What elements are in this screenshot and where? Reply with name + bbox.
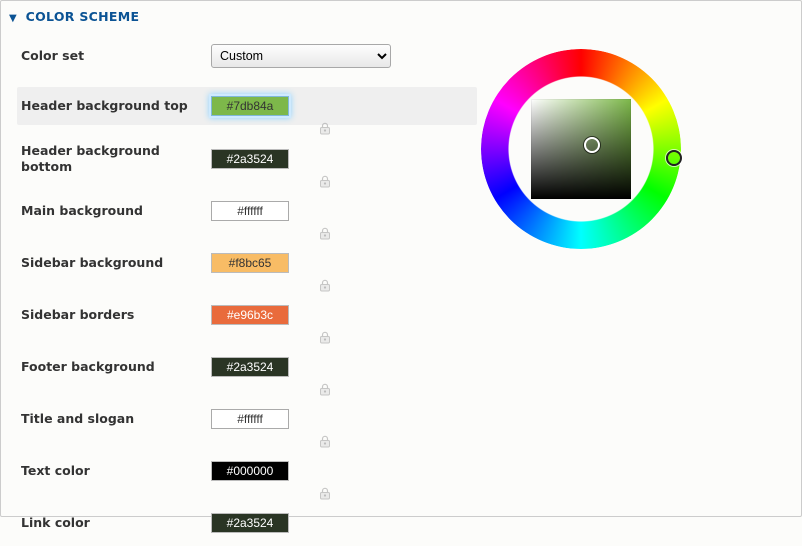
color-row-main-bg[interactable]: Main background xyxy=(17,192,477,230)
color-swatch-input[interactable] xyxy=(211,357,289,377)
panel-body: Color set Custom Header background top He… xyxy=(1,31,801,546)
color-set-row: Color set Custom xyxy=(17,39,477,87)
color-swatch-input[interactable] xyxy=(211,409,289,429)
color-row-link-color[interactable]: Link color xyxy=(17,504,477,542)
lock-row xyxy=(17,178,477,192)
lock-row xyxy=(17,125,477,139)
hue-ring-handle[interactable] xyxy=(666,150,682,166)
color-swatch-input[interactable] xyxy=(211,513,289,533)
color-picker[interactable] xyxy=(481,49,681,249)
lock-icon[interactable] xyxy=(319,227,331,240)
color-swatch-input[interactable] xyxy=(211,305,289,325)
color-scheme-panel: { "header": { "title": "COLOR SCHEME" },… xyxy=(0,0,802,517)
lock-row xyxy=(17,282,477,296)
color-row-label: Link color xyxy=(17,515,211,531)
color-set-select[interactable]: Custom xyxy=(211,44,391,68)
color-row-label: Sidebar borders xyxy=(17,307,211,323)
color-row-footer-bg[interactable]: Footer background xyxy=(17,348,477,386)
collapse-link[interactable]: ▼ COLOR SCHEME xyxy=(9,9,139,24)
color-row-label: Footer background xyxy=(17,359,211,375)
lock-row xyxy=(17,334,477,348)
sv-handle[interactable] xyxy=(584,137,600,153)
lock-icon[interactable] xyxy=(319,487,331,500)
color-swatch-input[interactable] xyxy=(211,96,289,116)
lock-row xyxy=(17,438,477,452)
lock-icon[interactable] xyxy=(319,331,331,344)
color-row-label: Header background bottom xyxy=(17,143,211,174)
section-title: COLOR SCHEME xyxy=(26,9,140,24)
lock-icon[interactable] xyxy=(319,122,331,135)
color-row-text-color[interactable]: Text color xyxy=(17,452,477,490)
triangle-down-icon: ▼ xyxy=(9,13,17,24)
lock-icon[interactable] xyxy=(319,435,331,448)
color-swatch-input[interactable] xyxy=(211,149,289,169)
color-swatch-input[interactable] xyxy=(211,201,289,221)
color-row-header-bg-top[interactable]: Header background top xyxy=(17,87,477,125)
lock-icon[interactable] xyxy=(319,279,331,292)
color-row-label: Header background top xyxy=(17,98,211,114)
section-header[interactable]: ▼ COLOR SCHEME xyxy=(1,1,801,31)
color-row-label: Text color xyxy=(17,463,211,479)
color-row-header-bg-bottom[interactable]: Header background bottom xyxy=(17,139,477,178)
lock-row xyxy=(17,490,477,504)
color-row-title-slogan[interactable]: Title and slogan xyxy=(17,400,477,438)
color-swatch-input[interactable] xyxy=(211,253,289,273)
color-row-sidebar-bg[interactable]: Sidebar background xyxy=(17,244,477,282)
lock-row xyxy=(17,230,477,244)
lock-icon[interactable] xyxy=(319,383,331,396)
color-row-label: Title and slogan xyxy=(17,411,211,427)
lock-row xyxy=(17,386,477,400)
color-row-label: Main background xyxy=(17,203,211,219)
color-row-label: Sidebar background xyxy=(17,255,211,271)
color-set-label: Color set xyxy=(17,48,211,64)
sv-square[interactable] xyxy=(531,99,631,199)
lock-icon[interactable] xyxy=(319,175,331,188)
color-row-sidebar-borders[interactable]: Sidebar borders xyxy=(17,296,477,334)
color-swatch-input[interactable] xyxy=(211,461,289,481)
